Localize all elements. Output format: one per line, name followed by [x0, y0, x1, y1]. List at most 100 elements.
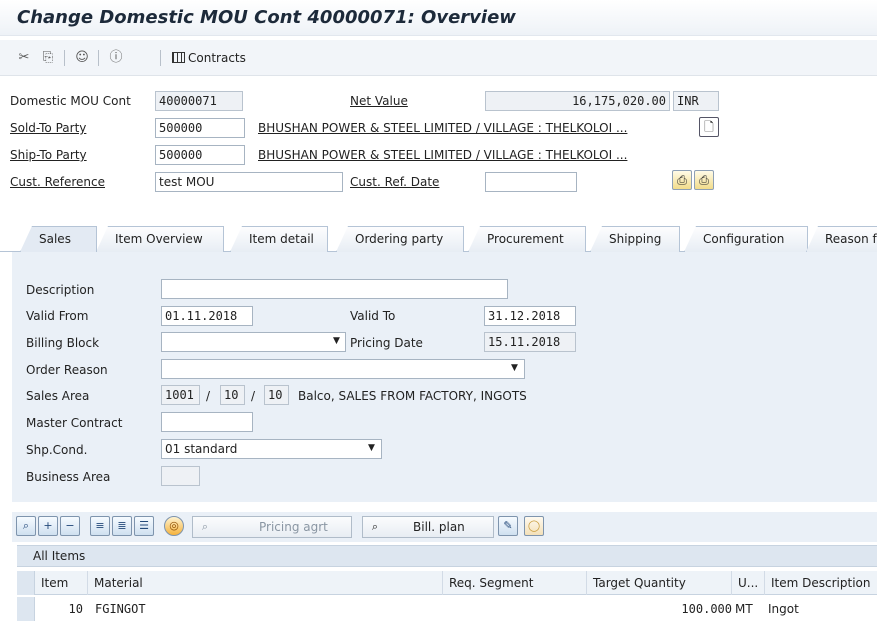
- doc-number-label: Domestic MOU Cont: [10, 94, 131, 108]
- tab-ordering-party[interactable]: Ordering party: [336, 226, 464, 252]
- tab-item-detail[interactable]: Item detail: [230, 226, 328, 252]
- pricing-date-label: Pricing Date: [350, 336, 423, 350]
- contracts-label: Contracts: [188, 51, 246, 65]
- master-contract-label: Master Contract: [26, 416, 123, 430]
- doc-number-field[interactable]: 40000071: [155, 91, 243, 111]
- cust-ref-date-label[interactable]: Cust. Ref. Date: [350, 175, 439, 189]
- ship-to-name: BHUSHAN POWER & STEEL LIMITED / VILLAGE …: [258, 148, 628, 162]
- contracts-button[interactable]: Contracts: [172, 48, 246, 68]
- display-change-icon[interactable]: ✂: [14, 49, 34, 67]
- sales-area-label: Sales Area: [26, 389, 90, 403]
- pricing-agrt-button[interactable]: ⌕ Pricing agrt: [192, 516, 352, 538]
- cust-reference-label[interactable]: Cust. Reference: [10, 175, 105, 189]
- currency-field[interactable]: INR: [673, 91, 719, 111]
- item-number[interactable]: 10: [35, 597, 85, 621]
- printer-icon[interactable]: ⎙: [694, 170, 714, 190]
- valid-to-label: Valid To: [350, 309, 396, 323]
- order-reason-select[interactable]: [161, 359, 525, 379]
- items-table-header: Item Material Req. Segment Target Quanti…: [17, 571, 877, 595]
- business-area-field[interactable]: [161, 466, 200, 486]
- tab-sales[interactable]: Sales: [20, 226, 97, 252]
- master-contract-field[interactable]: [161, 412, 253, 432]
- pricing-agrt-label: Pricing agrt: [259, 520, 328, 534]
- application-toolbar: ✂ ⎘ ☺ ⓘ Contracts: [0, 40, 877, 76]
- tab-procurement[interactable]: Procurement: [468, 226, 586, 252]
- partner-icon[interactable]: ☺: [72, 49, 92, 67]
- col-unit[interactable]: U...: [731, 571, 767, 595]
- shp-cond-label: Shp.Cond.: [26, 443, 88, 457]
- table-icon: [172, 52, 185, 63]
- net-value-field[interactable]: 16,175,020.00: [485, 91, 670, 111]
- ship-to-label[interactable]: Ship-To Party: [10, 148, 87, 162]
- sales-area-separator: /: [206, 389, 211, 403]
- billing-block-label: Billing Block: [26, 336, 100, 350]
- edit-icon[interactable]: ✎: [498, 516, 518, 536]
- valid-from-label: Valid From: [26, 309, 89, 323]
- cust-reference-field[interactable]: test MOU: [155, 172, 343, 192]
- shp-cond-select[interactable]: 01 standard: [161, 439, 382, 459]
- search-icon: ⌕: [201, 520, 209, 533]
- description-label: Description: [26, 283, 95, 297]
- material-cell[interactable]: FGINGOT: [95, 597, 435, 621]
- cust-ref-date-field[interactable]: [485, 172, 577, 192]
- pricing-date-field[interactable]: 15.11.2018: [484, 332, 576, 352]
- sales-area-description: Balco, SALES FROM FACTORY, INGOTS: [298, 389, 527, 403]
- sales-support-icon[interactable]: ◎: [164, 516, 184, 536]
- billing-block-dropdown-icon[interactable]: ▼: [333, 336, 340, 346]
- shp-cond-dropdown-icon[interactable]: ▼: [368, 443, 375, 453]
- order-reason-label: Order Reason: [26, 363, 108, 377]
- sold-to-name: BHUSHAN POWER & STEEL LIMITED / VILLAGE …: [258, 121, 628, 135]
- col-item-description[interactable]: Item Description: [764, 571, 877, 595]
- req-segment-cell[interactable]: [442, 597, 587, 621]
- delete-row-icon[interactable]: −: [60, 516, 80, 536]
- select-all-cell[interactable]: [17, 571, 35, 595]
- valid-from-field[interactable]: 01.11.2018: [161, 306, 253, 326]
- item-details-icon[interactable]: ⌕: [16, 516, 36, 536]
- deselect-all-icon[interactable]: ☰: [134, 516, 154, 536]
- sold-to-field[interactable]: 500000: [155, 118, 245, 138]
- sold-to-label[interactable]: Sold-To Party: [10, 121, 86, 135]
- toolbar-separator: [64, 50, 65, 66]
- document-icon[interactable]: 🗋: [699, 117, 719, 137]
- description-field[interactable]: [161, 279, 508, 299]
- division-field[interactable]: 10: [264, 385, 289, 405]
- order-reason-dropdown-icon[interactable]: ▼: [511, 363, 518, 373]
- ship-to-field[interactable]: 500000: [155, 145, 245, 165]
- bill-plan-label: Bill. plan: [413, 520, 465, 534]
- title-bar: Change Domestic MOU Cont 40000071: Overv…: [0, 0, 877, 36]
- valid-to-field[interactable]: 31.12.2018: [484, 306, 576, 326]
- print-preview-icon[interactable]: ⎙: [672, 170, 692, 190]
- status-icon[interactable]: ◯: [524, 516, 544, 536]
- target-quantity-cell[interactable]: 100.000: [586, 597, 732, 621]
- search-icon: ⌕: [371, 520, 379, 533]
- page-title: Change Domestic MOU Cont 40000071: Overv…: [17, 7, 516, 28]
- sales-area-separator: /: [251, 389, 256, 403]
- col-material[interactable]: Material: [87, 571, 443, 595]
- col-target-quantity[interactable]: Target Quantity: [586, 571, 734, 595]
- toolbar-separator: [160, 50, 161, 66]
- sales-org-field[interactable]: 1001: [161, 385, 200, 405]
- item-toolbar: ⌕ + − ≡ ≣ ☰ ◎ ⌕ Pricing agrt ⌕ Bill. plan …: [12, 512, 877, 542]
- tab-shipping[interactable]: Shipping: [590, 226, 680, 252]
- display-document-flow-icon[interactable]: ⓘ: [106, 49, 126, 67]
- tab-reason[interactable]: Reason f: [806, 226, 877, 252]
- business-area-label: Business Area: [26, 470, 111, 484]
- bill-plan-button[interactable]: ⌕ Bill. plan: [362, 516, 494, 538]
- col-item[interactable]: Item: [35, 571, 85, 595]
- row-selector[interactable]: [17, 597, 35, 621]
- item-description-cell[interactable]: Ingot: [768, 597, 877, 621]
- insert-row-icon[interactable]: +: [38, 516, 58, 536]
- billing-block-select[interactable]: [161, 332, 346, 352]
- all-items-title: All Items: [17, 545, 877, 567]
- col-req-segment[interactable]: Req. Segment: [442, 571, 587, 595]
- create-document-icon[interactable]: ⎘: [38, 49, 58, 67]
- unit-cell[interactable]: MT: [735, 597, 765, 621]
- dist-channel-field[interactable]: 10: [220, 385, 245, 405]
- tab-item-overview[interactable]: Item Overview: [96, 226, 224, 252]
- select-block-icon[interactable]: ≣: [112, 516, 132, 536]
- net-value-label: Net Value: [350, 94, 408, 108]
- table-row[interactable]: 10 FGINGOT 100.000 MT Ingot: [17, 597, 877, 621]
- tab-configuration[interactable]: Configuration: [684, 226, 808, 252]
- toolbar-separator: [98, 50, 99, 66]
- select-all-icon[interactable]: ≡: [90, 516, 110, 536]
